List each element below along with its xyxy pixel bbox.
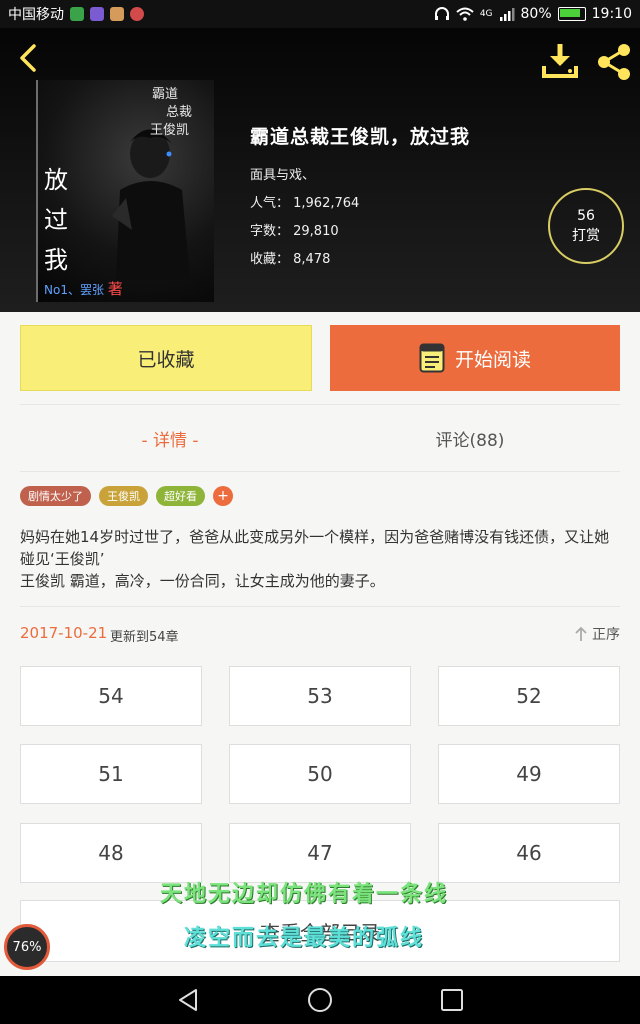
- chapter-button[interactable]: 48: [20, 823, 202, 883]
- start-reading-label: 开始阅读: [454, 348, 531, 371]
- chapter-button[interactable]: 49: [438, 744, 620, 804]
- chapter-button[interactable]: 52: [438, 666, 620, 726]
- add-tag-button[interactable]: +: [213, 486, 233, 506]
- chapter-button[interactable]: 47: [229, 823, 411, 883]
- status-right: 4G 80% 19:10: [434, 6, 632, 22]
- book-meta: 面具与戏、 人气： 1,962,764 字数： 29,810 收藏： 8,478: [250, 162, 359, 274]
- tag[interactable]: 剧情太少了: [20, 486, 91, 506]
- battery-icon: [557, 7, 586, 21]
- memory-boost-badge[interactable]: 76%: [4, 924, 50, 970]
- share-icon: [598, 44, 630, 80]
- sort-order-label: 正序: [592, 627, 620, 643]
- memory-boost-percent: 76%: [12, 939, 42, 955]
- battery-percent: 80%: [520, 6, 552, 22]
- headphones-icon: [434, 7, 449, 20]
- share-button[interactable]: [594, 42, 634, 82]
- description-paragraph: 王俊凯 霸道，高冷，一份合同，让女主成为他的妻子。: [20, 572, 385, 590]
- status-left: 中国移动: [8, 4, 144, 24]
- cover-tagline: 霸道 总裁 王俊凯: [140, 86, 210, 140]
- start-reading-button[interactable]: 开始阅读: [330, 325, 620, 391]
- network-type: 4G: [479, 9, 493, 19]
- tab-bar: - 详情 - 评论(88): [20, 404, 620, 472]
- divider: [20, 606, 620, 607]
- arrow-up-icon: [575, 626, 587, 641]
- sort-order-button[interactable]: 正序: [574, 624, 620, 644]
- tag[interactable]: 超好看: [156, 486, 205, 506]
- tab-detail-label: - 详情 -: [141, 430, 199, 451]
- download-icon: [542, 44, 578, 78]
- tab-comments-label: 评论(88): [435, 430, 505, 451]
- book-title: 霸道总裁王俊凯，放过我: [250, 126, 471, 148]
- description-paragraph: 妈妈在她14岁时过世了，爸爸从此变成另外一个模样，因为爸爸赌博没有钱还债，又让她…: [20, 528, 610, 568]
- reward-count: 56: [577, 208, 595, 224]
- update-info: 更新到54章: [110, 630, 179, 645]
- chapter-button[interactable]: 51: [20, 744, 202, 804]
- system-nav-bar: [0, 976, 640, 1024]
- cover-portrait: [112, 129, 190, 280]
- chapter-button[interactable]: 50: [229, 744, 411, 804]
- book-favorites: 收藏： 8,478: [250, 252, 331, 267]
- nav-home-button[interactable]: [300, 984, 340, 1016]
- square-recents-icon: [441, 989, 463, 1011]
- chapter-button[interactable]: 53: [229, 666, 411, 726]
- wifi-icon: [456, 7, 474, 21]
- reward-label: 打赏: [572, 228, 600, 244]
- clock: 19:10: [591, 6, 632, 22]
- favorited-label: 已收藏: [137, 348, 195, 371]
- chapter-button[interactable]: 54: [20, 666, 202, 726]
- book-word-count: 字数： 29,810: [250, 224, 339, 239]
- cover-author-mark: 著: [107, 280, 123, 298]
- cover-title-char: 过: [44, 206, 68, 234]
- cover-title-char: 我: [44, 246, 68, 274]
- signal-icon: [499, 8, 515, 21]
- book-description: 妈妈在她14岁时过世了，爸爸从此变成另外一个模样，因为爸爸赌博没有钱还债，又让她…: [20, 526, 620, 592]
- update-date: 2017-10-21: [20, 624, 108, 642]
- triangle-back-icon: [179, 989, 197, 1011]
- circle-home-icon: [308, 988, 332, 1012]
- tag-list: 剧情太少了 王俊凯 超好看 +: [20, 486, 233, 506]
- chapter-button[interactable]: 46: [438, 823, 620, 883]
- overlay-lyric-line: 天地无边却仿佛有着一条线: [160, 881, 449, 907]
- tag[interactable]: 王俊凯: [99, 486, 148, 506]
- tab-comments[interactable]: 评论(88): [320, 405, 620, 471]
- cover-author-name: No1、罢张: [44, 283, 104, 297]
- carrier-label: 中国移动: [8, 7, 64, 23]
- app-notification-icon: [110, 7, 124, 21]
- book-author[interactable]: 面具与戏、: [250, 162, 359, 190]
- nav-back-button[interactable]: [168, 984, 208, 1016]
- book-header: 霸道 总裁 王俊凯 放 过 我 No1、罢张 著 霸道总裁王俊凯，放过我 面具与…: [0, 28, 640, 312]
- cover-tagline-line: 王俊凯: [150, 123, 190, 138]
- back-button[interactable]: [14, 42, 42, 74]
- cover-title: 放 过 我: [44, 160, 74, 280]
- book-cover[interactable]: 霸道 总裁 王俊凯 放 过 我 No1、罢张 著: [36, 80, 214, 302]
- favorited-button[interactable]: 已收藏: [20, 325, 312, 391]
- action-bar: 已收藏 开始阅读: [0, 312, 640, 404]
- overlay-lyric-line: 凌空而去是最美的弧线: [184, 925, 425, 951]
- tab-detail[interactable]: - 详情 -: [20, 405, 320, 471]
- update-row: 2017-10-21 更新到54章 正序: [20, 624, 620, 648]
- cover-tagline-line: 霸道: [152, 87, 179, 102]
- app-notification-icon: [90, 7, 104, 21]
- status-bar: 中国移动 4G 80% 19:10: [0, 0, 640, 28]
- nav-recents-button[interactable]: [432, 984, 472, 1016]
- back-icon: [20, 44, 36, 72]
- app-notification-icon: [130, 7, 144, 21]
- download-button[interactable]: [540, 42, 580, 82]
- book-popularity: 人气： 1,962,764: [250, 196, 360, 211]
- app-notification-icon: [70, 7, 84, 21]
- reward-button[interactable]: 56 打赏: [548, 188, 624, 264]
- cover-title-char: 放: [44, 166, 68, 194]
- book-icon: [419, 343, 445, 373]
- cover-author: No1、罢张 著: [44, 278, 123, 299]
- cover-tagline-line: 总裁: [166, 105, 193, 120]
